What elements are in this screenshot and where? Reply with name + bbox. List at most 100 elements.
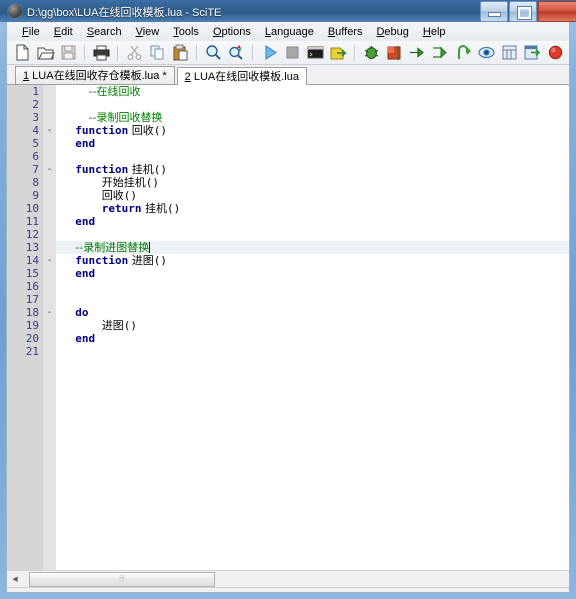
code-line[interactable]: 回收() <box>56 189 569 202</box>
line-number: 4 <box>32 124 39 137</box>
stop-debug-icon[interactable] <box>545 42 566 63</box>
code-line[interactable]: 进图() <box>56 319 569 332</box>
scrollbar-track[interactable]: ⦙⦙⦙ <box>23 571 569 587</box>
status-separator-2: | <box>262 592 277 593</box>
code-line[interactable] <box>56 293 569 306</box>
menu-search[interactable]: Search <box>80 24 129 40</box>
compile-icon[interactable] <box>328 42 349 63</box>
watch-icon[interactable] <box>476 42 497 63</box>
fold-blank <box>43 293 56 306</box>
console-icon[interactable] <box>305 42 326 63</box>
code-token: end <box>75 215 96 228</box>
fold-blank <box>43 111 56 124</box>
fold-margin[interactable]: - - - - <box>43 85 56 570</box>
copy-icon[interactable] <box>147 42 168 63</box>
horizontal-scrollbar[interactable]: ◀ ⦙⦙⦙ <box>7 570 569 587</box>
menu-edit-mnemonic: E <box>53 25 62 38</box>
status-position: Ln: 13 Col: 15 Sel: 0 <box>14 592 114 593</box>
menu-view[interactable]: View <box>129 24 167 40</box>
code-line[interactable] <box>56 345 569 358</box>
code-line[interactable]: function 挂机() <box>56 163 569 176</box>
code-token: () <box>145 176 159 189</box>
editor[interactable]: 1 2 3 4 5 6 7 8 9 10 11 12 13 14 15 16 17 18 19 20 21 - - - … <box>7 85 569 570</box>
fold-toggle[interactable]: - <box>43 163 56 176</box>
print-icon[interactable] <box>91 42 112 63</box>
replace-icon[interactable] <box>226 42 247 63</box>
breakpoint-icon[interactable] <box>384 42 405 63</box>
find-icon[interactable] <box>203 42 224 63</box>
menu-language[interactable]: Language <box>258 24 321 40</box>
export-icon[interactable] <box>522 42 543 63</box>
code-line[interactable] <box>56 228 569 241</box>
code-text-area[interactable]: --在线回收 --录制回收替换 function 回收() end functi… <box>56 85 569 570</box>
line-number: 14 <box>25 254 39 267</box>
menu-tools-label: ools <box>178 25 199 38</box>
line-number: 2 <box>32 98 39 111</box>
new-file-icon[interactable] <box>12 42 33 63</box>
code-line[interactable]: end <box>56 137 569 150</box>
tab-2-label: LUA在线回收模板.lua <box>190 71 299 83</box>
stop-icon[interactable] <box>282 42 303 63</box>
menu-help[interactable]: Help <box>416 24 453 40</box>
code-line[interactable]: end <box>56 215 569 228</box>
menu-options[interactable]: Options <box>206 24 258 40</box>
memory-icon[interactable] <box>499 42 520 63</box>
minimize-button[interactable] <box>480 1 508 22</box>
line-number: 6 <box>32 150 39 163</box>
menu-tools[interactable]: Tools <box>166 24 206 40</box>
status-saved: Saved: 2020-3-25 23:14:37 <box>129 592 262 593</box>
code-token: --录制进图替换 <box>75 241 150 254</box>
menu-file[interactable]: File <box>15 24 47 40</box>
fold-blank <box>43 267 56 280</box>
fold-toggle[interactable]: - <box>43 306 56 319</box>
fold-toggle[interactable]: - <box>43 124 56 137</box>
fold-blank <box>43 176 56 189</box>
code-line[interactable]: 开始挂机() <box>56 176 569 189</box>
scrollbar-thumb[interactable]: ⦙⦙⦙ <box>29 571 215 587</box>
code-line[interactable]: function 回收() <box>56 124 569 137</box>
menu-edit[interactable]: Edit <box>47 24 80 40</box>
code-line[interactable]: --在线回收 <box>56 85 569 98</box>
save-file-icon[interactable] <box>58 42 79 63</box>
menu-file-label: ile <box>28 25 40 38</box>
code-token: end <box>75 267 96 280</box>
bug-icon[interactable] <box>361 42 382 63</box>
menu-buffers-label: uffers <box>335 25 363 38</box>
run-icon[interactable] <box>259 42 280 63</box>
titlebar: D:\gg\box\LUA在线回收模板.lua - SciTE <box>0 0 576 22</box>
maximize-button[interactable] <box>509 1 537 22</box>
line-number-gutter: 1 2 3 4 5 6 7 8 9 10 11 12 13 14 15 16 17 18 19 20 21 <box>7 85 43 570</box>
code-line[interactable] <box>56 280 569 293</box>
tab-buffer-1[interactable]: 1 LUA在线回收存仓模板.lua * <box>15 66 175 84</box>
code-token: function <box>75 254 129 267</box>
step-into-icon[interactable] <box>430 42 451 63</box>
scroll-left-arrow-icon[interactable]: ◀ <box>7 572 23 587</box>
line-number: 1 <box>32 85 39 98</box>
code-line[interactable]: end <box>56 332 569 345</box>
menu-debug[interactable]: Debug <box>369 24 415 40</box>
menu-buffers[interactable]: Buffers <box>321 24 370 40</box>
tab-buffer-2[interactable]: 2 LUA在线回收模板.lua <box>176 67 307 85</box>
code-line[interactable]: return 挂机() <box>56 202 569 215</box>
code-line[interactable] <box>56 98 569 111</box>
code-token: end <box>75 137 96 150</box>
cut-icon[interactable] <box>124 42 145 63</box>
code-line[interactable]: function 进图() <box>56 254 569 267</box>
code-line[interactable]: do <box>56 306 569 319</box>
code-line[interactable]: --录制回收替换 <box>56 111 569 124</box>
code-line[interactable]: --录制进图替换 <box>56 241 569 254</box>
step-over-icon[interactable] <box>407 42 428 63</box>
code-line[interactable] <box>56 150 569 163</box>
open-file-icon[interactable] <box>35 42 56 63</box>
close-button[interactable] <box>538 1 576 22</box>
paste-icon[interactable] <box>170 42 191 63</box>
fold-toggle[interactable]: - <box>43 254 56 267</box>
menu-view-mnemonic: V <box>135 25 143 38</box>
step-out-icon[interactable] <box>453 42 474 63</box>
code-token: do <box>75 306 89 319</box>
menu-file-mnemonic: F <box>22 25 29 38</box>
code-line[interactable]: end <box>56 267 569 280</box>
